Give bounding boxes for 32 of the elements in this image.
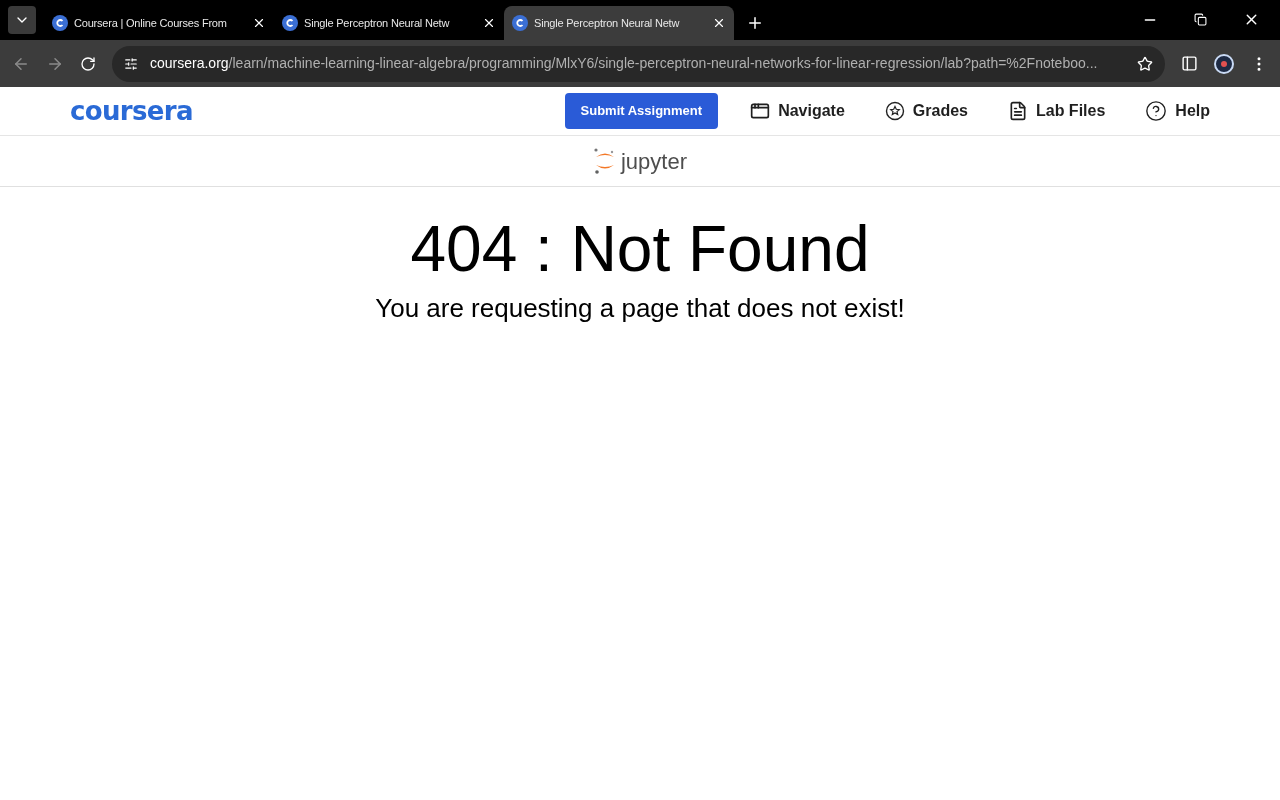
site-favicon-icon	[52, 15, 68, 31]
new-tab-icon[interactable]	[746, 14, 764, 32]
close-icon[interactable]	[252, 16, 266, 30]
error-message: You are requesting a page that does not exist!	[375, 292, 905, 325]
reload-icon[interactable]	[80, 55, 96, 72]
jupyter-logo-text: jupyter	[620, 147, 687, 176]
tab-title: Single Perceptron Neural Netw	[304, 15, 451, 31]
nav-link[interactable]: Help	[1145, 99, 1210, 123]
close-icon[interactable]	[712, 16, 726, 30]
submit-assignment-button[interactable]: Submit Assignment	[564, 93, 719, 129]
side-panel-icon[interactable]	[1181, 55, 1198, 72]
tab-title: Coursera | Online Courses From	[74, 15, 228, 31]
error-title: 404 : Not Found	[410, 213, 870, 285]
tab-list-button[interactable]	[8, 6, 36, 34]
restore-icon[interactable]	[1194, 13, 1207, 26]
window-icon	[750, 101, 771, 121]
address-bar[interactable]: coursera.org/learn/machine-learning-linear-algebra/programming/MlxY6/single-perceptron-neural-networks-for-linear-regression/lab?path=%2Fnoteboo...	[112, 45, 1165, 82]
url-text: coursera.org/learn/machine-learning-linear-algebra/programming/MlxY6/single-perceptron-neural-networks-for-linear-regression/lab?path=%2Fnoteboo...	[150, 54, 1099, 73]
nav-link[interactable]: Navigate	[750, 99, 845, 123]
tab-title: Single Perceptron Neural Netw	[534, 15, 681, 31]
close-icon[interactable]	[482, 16, 496, 30]
bookmark-star-icon[interactable]	[1137, 55, 1153, 72]
site-favicon-icon	[512, 15, 528, 31]
nav-link[interactable]: Grades	[884, 99, 968, 123]
site-favicon-icon	[282, 15, 298, 31]
nav-link[interactable]: Lab Files	[1007, 99, 1106, 123]
help-icon	[1145, 100, 1168, 122]
coursera-logo[interactable]: coursera	[70, 91, 193, 131]
profile-avatar[interactable]	[1214, 53, 1234, 74]
star-badge-icon	[884, 101, 905, 121]
site-settings-icon[interactable]	[124, 56, 138, 71]
browser-tab[interactable]: Single Perceptron Neural Netw	[504, 6, 734, 40]
